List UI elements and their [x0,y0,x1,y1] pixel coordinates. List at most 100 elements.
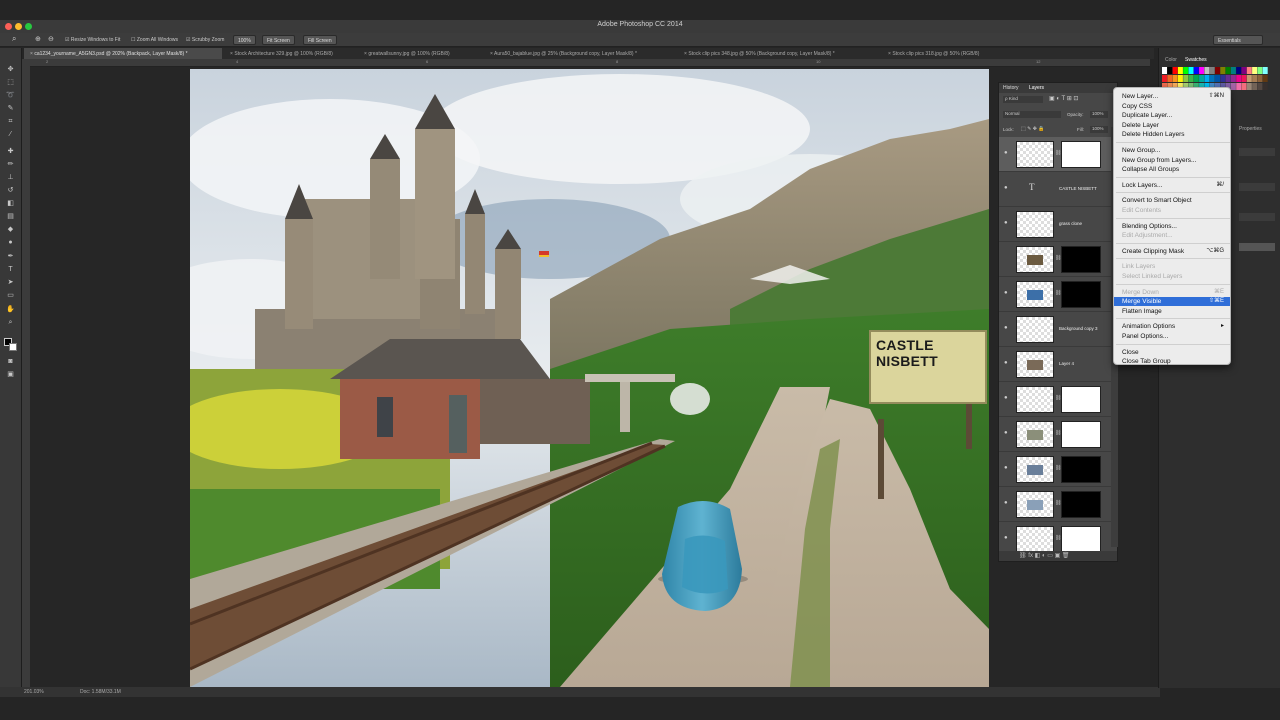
swatch-cell[interactable] [1225,67,1231,74]
swatch-cell[interactable] [1236,75,1242,82]
link-chain-icon[interactable]: ⛓ [1055,430,1061,436]
menu-item-new-group-from-layers[interactable]: New Group from Layers... [1114,156,1230,165]
swatch-cell[interactable] [1172,67,1178,74]
link-chain-icon[interactable]: ⛓ [1055,465,1061,471]
swatch-cell[interactable] [1230,67,1236,74]
menu-item-panel-options[interactable]: Panel Options... [1114,332,1230,341]
menu-item-copy-css[interactable]: Copy CSS [1114,102,1230,111]
kind-filter-select[interactable]: ρ Kind [1003,96,1043,103]
visibility-eye-icon[interactable]: ● [1004,290,1008,296]
path-select-icon[interactable]: ➤ [4,279,17,287]
filter-icons[interactable]: ▣ ◐ T ⊞ ⊡ [1049,95,1078,102]
layer-mask-thumbnail[interactable] [1061,246,1101,273]
layer-row[interactable]: ●⛓ [999,137,1111,172]
swatch-cell[interactable] [1225,75,1231,82]
layer-footer-icons[interactable]: ⛓ fx ◧ ◐ ▭ ▣ 🗑 [1019,552,1070,559]
layer-name[interactable]: Layer 4 [1059,361,1074,366]
swatch-cell[interactable] [1246,83,1252,90]
link-chain-icon[interactable]: ⛓ [1055,535,1061,541]
layer-thumbnail[interactable] [1016,281,1054,308]
menu-item-delete-hidden-layers[interactable]: Delete Hidden Layers [1114,130,1230,139]
lock-icons[interactable]: ⬚ ✎ ✥ 🔒 [1021,126,1045,132]
menu-item-blending-options[interactable]: Blending Options... [1114,222,1230,231]
menu-item-close[interactable]: Close [1114,348,1230,357]
doc-tab[interactable]: × Stock Architecture 329.jpg @ 100% (RGB… [226,48,356,59]
swatch-cell[interactable] [1246,67,1252,74]
doc-tab[interactable]: × ca1234_yourname_A5GN3.psd @ 202% (Back… [24,48,222,59]
swatch-cell[interactable] [1230,75,1236,82]
menu-item-new-layer[interactable]: New Layer... ⇧⌘N [1114,92,1230,101]
swatch-cell[interactable] [1209,67,1215,74]
opacity-input[interactable]: 100% [1090,111,1108,118]
properties-button[interactable] [1239,243,1275,251]
doc-size[interactable]: Doc: 1.58M/33.1M [80,689,121,695]
doc-tab[interactable]: × Stock clip pics 318.jpg @ 50% (RGB/8) [884,48,1004,59]
swatch-cell[interactable] [1215,75,1220,82]
layer-name[interactable]: grass clone [1059,221,1082,226]
layer-mask-thumbnail[interactable] [1061,421,1101,448]
healing-brush-icon[interactable]: ✚ [4,148,17,156]
menu-item-convert-to-smart-object[interactable]: Convert to Smart Object [1114,196,1230,205]
layer-row[interactable]: ●⛓ [999,242,1111,277]
swatch-cell[interactable] [1252,75,1258,82]
swatches-tab[interactable]: Swatches [1185,57,1207,63]
swatch-cell[interactable] [1246,75,1252,82]
properties-field[interactable] [1239,213,1275,221]
menu-item-delete-layer[interactable]: Delete Layer [1114,121,1230,130]
swatch-cell[interactable] [1177,67,1183,74]
menu-item-new-group[interactable]: New Group... [1114,146,1230,155]
swatch-cell[interactable] [1230,83,1236,90]
swatch-cell[interactable] [1241,83,1247,90]
fill-input[interactable]: 100% [1090,126,1108,133]
swatch-cell[interactable] [1199,67,1205,74]
layer-row[interactable]: ●⛓ [999,277,1111,312]
visibility-eye-icon[interactable]: ● [1004,465,1008,471]
swatch-cell[interactable] [1188,75,1194,82]
background-color-swatch[interactable] [9,343,17,351]
layer-mask-thumbnail[interactable] [1061,456,1101,483]
menu-item-merge-visible[interactable]: Merge Visible ⇧⌘E [1114,297,1230,307]
link-chain-icon[interactable]: ⛓ [1055,290,1061,296]
eraser-tool-icon[interactable]: ◧ [4,200,17,208]
marquee-tool-icon[interactable]: ⬚ [4,79,17,87]
dodge-tool-icon[interactable]: ● [4,239,17,247]
properties-field[interactable] [1239,148,1275,156]
visibility-eye-icon[interactable]: ● [1004,535,1008,541]
blur-tool-icon[interactable]: ◆ [4,226,17,234]
swatch-cell[interactable] [1172,75,1178,82]
swatch-cell[interactable] [1257,83,1263,90]
layers-tab[interactable]: Layers [1029,85,1044,91]
layer-row[interactable]: ● Layer 4 [999,347,1111,382]
layer-row[interactable]: ● T CASTLE NISBETT [999,172,1111,207]
clone-stamp-icon[interactable]: ⊥ [4,174,17,182]
history-brush-icon[interactable]: ↺ [4,187,17,195]
swatch-cell[interactable] [1262,75,1268,82]
swatch-cell[interactable] [1241,67,1247,74]
type-tool-icon[interactable]: T [4,266,17,274]
swatch-cell[interactable] [1236,67,1242,74]
layer-thumbnail[interactable] [1016,456,1054,483]
menu-item-lock-layers[interactable]: Lock Layers... ⌘/ [1114,181,1230,190]
zoom-all-checkbox[interactable]: ☐ Zoom All Windows [131,37,178,43]
layer-mask-thumbnail[interactable] [1061,386,1101,413]
swatch-cell[interactable] [1220,67,1226,74]
swatch-cell[interactable] [1252,67,1258,74]
layer-row[interactable]: ●⛓ [999,417,1111,452]
layer-mask-thumbnail[interactable] [1061,141,1101,168]
visibility-eye-icon[interactable]: ● [1004,185,1008,191]
layer-row[interactable]: ●⛓ [999,452,1111,487]
layer-row[interactable]: ●⛓ [999,522,1111,551]
visibility-eye-icon[interactable]: ● [1004,500,1008,506]
swatch-cell[interactable] [1188,67,1194,74]
swatch-cell[interactable] [1183,75,1189,82]
pen-tool-icon[interactable]: ✒ [4,253,17,261]
eyedropper-tool-icon[interactable]: ⁄ [4,131,17,139]
hand-tool-icon[interactable]: ✋ [4,306,17,314]
layer-thumbnail[interactable] [1016,491,1054,518]
properties-field[interactable] [1239,183,1275,191]
swatch-cell[interactable] [1215,67,1220,74]
swatch-cell[interactable] [1262,83,1268,90]
layer-thumbnail[interactable] [1016,246,1054,273]
layer-thumbnail[interactable] [1016,386,1054,413]
swatch-cell[interactable] [1220,75,1226,82]
